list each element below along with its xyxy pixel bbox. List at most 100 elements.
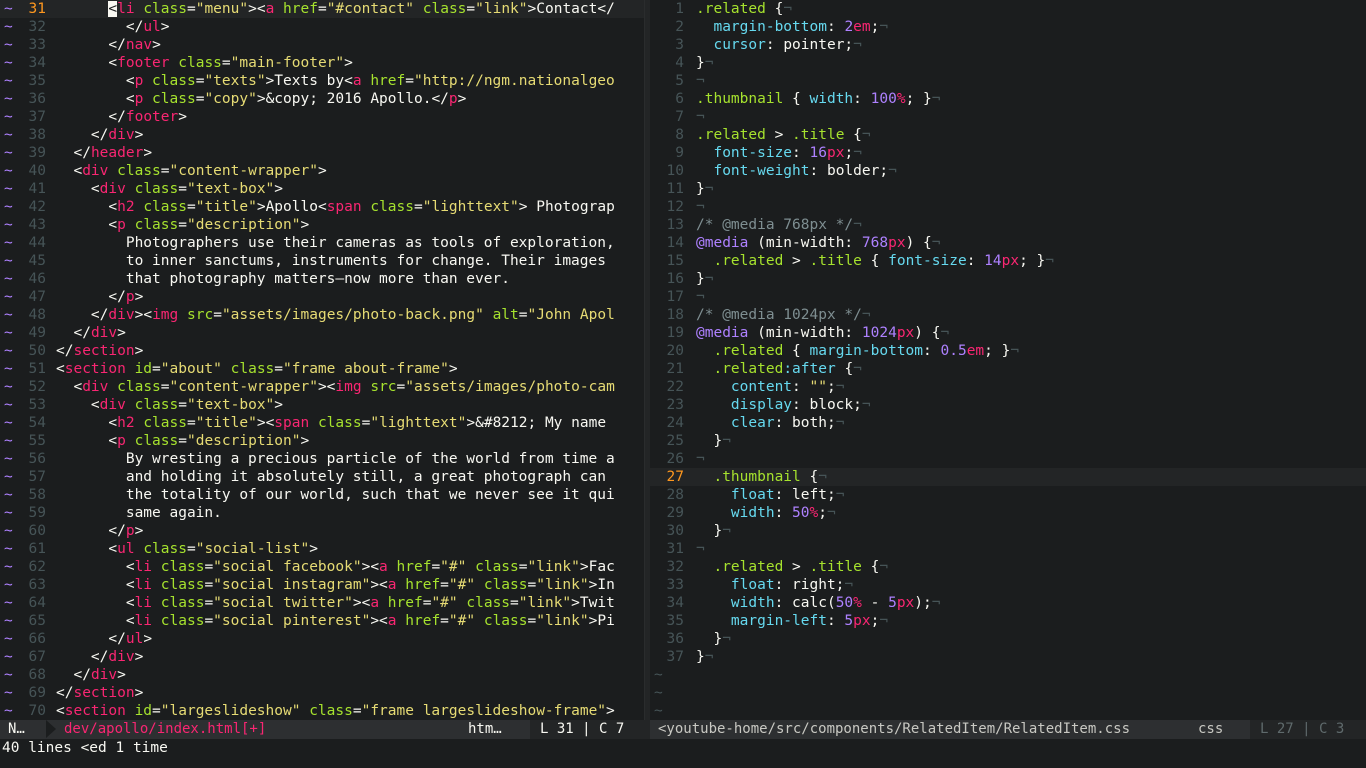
code-line[interactable]: 7 ¬ — [650, 108, 1366, 126]
code-line[interactable]: 14 @media (min-width: 768px) {¬ — [650, 234, 1366, 252]
code-line[interactable]: ~38 </div> — [0, 126, 644, 144]
fold-marker: ~ — [4, 271, 13, 287]
line-number: 60 — [28, 523, 46, 539]
code-line[interactable]: ~45 to inner sanctums, instruments for c… — [0, 252, 644, 270]
code-line[interactable]: 25 }¬ — [650, 432, 1366, 450]
fold-marker: ~ — [4, 55, 13, 71]
code-line[interactable]: 13/* @media 768px */¬ — [650, 216, 1366, 234]
command-line[interactable]: 40 lines <ed 1 time — [0, 739, 1366, 768]
code-line[interactable]: 27 .thumbnail {¬ — [650, 468, 1366, 486]
line-number: 33 — [666, 577, 684, 593]
code-line[interactable]: 12 ¬ — [650, 198, 1366, 216]
code-line[interactable]: ~46 that photography matters—now more th… — [0, 270, 644, 288]
code-line[interactable]: 17 ¬ — [650, 288, 1366, 306]
code-line[interactable]: ~68 </div> — [0, 666, 644, 684]
code-line[interactable]: 20 .related { margin-bottom: 0.5em; }¬ — [650, 342, 1366, 360]
code-line[interactable]: ~44 Photographers use their cameras as t… — [0, 234, 644, 252]
line-number: 43 — [28, 217, 46, 233]
code-line[interactable]: ~70 <section id="largeslideshow" class="f… — [0, 702, 644, 720]
code-line[interactable]: 32 .related > .title {¬ — [650, 558, 1366, 576]
code-line[interactable]: ~55 <p class="description"> — [0, 432, 644, 450]
code-line[interactable]: 18/* @media 1024px */¬ — [650, 306, 1366, 324]
code-line[interactable]: ~56 By wresting a precious particle of t… — [0, 450, 644, 468]
code-line[interactable]: 21 .related:after {¬ — [650, 360, 1366, 378]
line-number: 58 — [28, 487, 46, 503]
code-line[interactable]: ~66 </ul> — [0, 630, 644, 648]
code-line[interactable]: ~62 <li class="social facebook"><a href=… — [0, 558, 644, 576]
code-line[interactable]: ~58 the totality of our world, such that… — [0, 486, 644, 504]
right-editor-pane[interactable]: 1 .related {¬ 2 margin-bottom: 2em;¬ 3 curs… — [650, 0, 1366, 720]
fold-marker: ~ — [4, 415, 13, 431]
code-line[interactable]: ~43 <p class="description"> — [0, 216, 644, 234]
code-line[interactable]: 23 display: block;¬ — [650, 396, 1366, 414]
code-line[interactable]: 34 width: calc(50% - 5px);¬ — [650, 594, 1366, 612]
code-line[interactable]: ~35 <p class="texts">Texts by<a href="ht… — [0, 72, 644, 90]
code-line[interactable]: ~59 same again. — [0, 504, 644, 522]
code-line[interactable]: ~48 </div><img src="assets/images/photo-… — [0, 306, 644, 324]
code-line[interactable]: ~42 <h2 class="title">Apollo<span class=… — [0, 198, 644, 216]
line-number: 35 — [28, 73, 46, 89]
code-line[interactable]: ~34 <footer class="main-footer"> — [0, 54, 644, 72]
code-line[interactable]: 19 @media (min-width: 1024px) {¬ — [650, 324, 1366, 342]
code-line[interactable]: 16}¬ — [650, 270, 1366, 288]
code-line[interactable]: 28 float: left;¬ — [650, 486, 1366, 504]
code-line[interactable]: ~37 </footer> — [0, 108, 644, 126]
code-line[interactable]: ~39 </header> — [0, 144, 644, 162]
code-line[interactable]: 35 margin-left: 5px;¬ — [650, 612, 1366, 630]
line-number: 34 — [28, 55, 46, 71]
line-number: 13 — [666, 217, 684, 233]
code-line[interactable]: ~36 <p class="copy">&copy; 2016 Apollo.<… — [0, 90, 644, 108]
fold-marker: ~ — [4, 559, 13, 575]
code-line[interactable]: ~67 </div> — [0, 648, 644, 666]
code-line[interactable]: 24 clear: both;¬ — [650, 414, 1366, 432]
code-line[interactable]: 3 cursor: pointer;¬ — [650, 36, 1366, 54]
code-line[interactable]: ~41 <div class="text-box"> — [0, 180, 644, 198]
code-line[interactable]: ~54 <h2 class="title"><span class="light… — [0, 414, 644, 432]
fold-marker: ~ — [4, 577, 13, 593]
code-line[interactable]: ~33 </nav> — [0, 36, 644, 54]
code-line[interactable]: ~40 <div class="content-wrapper"> — [0, 162, 644, 180]
code-line[interactable]: ~69 </section> — [0, 684, 644, 702]
code-line[interactable]: 2 margin-bottom: 2em;¬ — [650, 18, 1366, 36]
code-line[interactable]: ~60 </p> — [0, 522, 644, 540]
code-line[interactable]: ~50 </section> — [0, 342, 644, 360]
code-line[interactable]: 5 ¬ — [650, 72, 1366, 90]
code-line[interactable]: ~57 and holding it absolutely still, a g… — [0, 468, 644, 486]
code-line[interactable]: ~49 </div> — [0, 324, 644, 342]
code-line[interactable]: ~31 <li class="menu"><a href="#contact" … — [0, 0, 644, 18]
code-line[interactable]: 30 }¬ — [650, 522, 1366, 540]
code-line[interactable]: ~63 <li class="social instagram"><a href… — [0, 576, 644, 594]
code-line[interactable]: 26 ¬ — [650, 450, 1366, 468]
code-line[interactable]: ~32 </ul> — [0, 18, 644, 36]
code-line[interactable]: 22 content: "";¬ — [650, 378, 1366, 396]
code-line[interactable]: ~61 <ul class="social-list"> — [0, 540, 644, 558]
line-number: 21 — [666, 361, 684, 377]
code-line[interactable]: ~51 <section id="about" class="frame abou… — [0, 360, 644, 378]
fold-marker: ~ — [4, 685, 13, 701]
fold-marker: ~ — [4, 595, 13, 611]
code-line[interactable]: ~65 <li class="social pinterest"><a href… — [0, 612, 644, 630]
code-line[interactable]: 11}¬ — [650, 180, 1366, 198]
code-line[interactable]: ~52 <div class="content-wrapper"><img sr… — [0, 378, 644, 396]
line-number: 42 — [28, 199, 46, 215]
code-line[interactable]: 33 float: right;¬ — [650, 576, 1366, 594]
fold-marker: ~ — [4, 127, 13, 143]
code-line[interactable]: 37}¬ — [650, 648, 1366, 666]
fold-marker: ~ — [4, 199, 13, 215]
code-line[interactable]: 1 .related {¬ — [650, 0, 1366, 18]
code-line[interactable]: 6 .thumbnail { width: 100%; }¬ — [650, 90, 1366, 108]
line-number: 17 — [666, 289, 684, 305]
code-line[interactable]: 31 ¬ — [650, 540, 1366, 558]
code-line[interactable]: 10 font-weight: bolder;¬ — [650, 162, 1366, 180]
code-line[interactable]: 29 width: 50%;¬ — [650, 504, 1366, 522]
code-line[interactable]: ~47 </p> — [0, 288, 644, 306]
left-editor-pane[interactable]: ~31 <li class="menu"><a href="#contact" … — [0, 0, 644, 720]
code-line[interactable]: 9 font-size: 16px;¬ — [650, 144, 1366, 162]
code-line[interactable]: ~64 <li class="social twitter"><a href="… — [0, 594, 644, 612]
code-line[interactable]: 4}¬ — [650, 54, 1366, 72]
fold-marker: ~ — [4, 541, 13, 557]
code-line[interactable]: 8 .related > .title {¬ — [650, 126, 1366, 144]
code-line[interactable]: ~53 <div class="text-box"> — [0, 396, 644, 414]
code-line[interactable]: 15 .related > .title { font-size: 14px; … — [650, 252, 1366, 270]
code-line[interactable]: 36 }¬ — [650, 630, 1366, 648]
